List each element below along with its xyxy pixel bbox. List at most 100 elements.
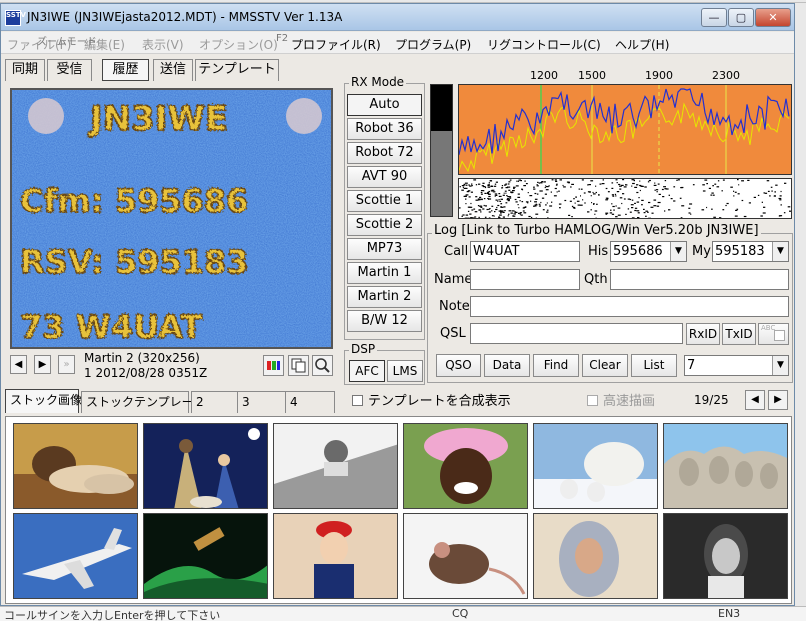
call-input[interactable]: W4UAT: [470, 241, 580, 262]
chevron-down-icon[interactable]: ▼: [772, 356, 788, 375]
minimize-button[interactable]: —: [701, 8, 727, 27]
name-input[interactable]: [470, 269, 580, 290]
close-button[interactable]: ✕: [755, 8, 791, 27]
thumb-child-on-slide[interactable]: [273, 423, 398, 509]
backdrop-cq: CQ: [452, 607, 469, 620]
chevron-down-icon[interactable]: ▼: [772, 242, 788, 261]
his-label: His: [588, 244, 609, 259]
data-button[interactable]: Data: [484, 354, 530, 377]
list-combo[interactable]: 7 ▼: [684, 355, 789, 376]
list-button[interactable]: List: [631, 354, 677, 377]
menu-item-6[interactable]: リグコントロール(C): [487, 36, 601, 53]
waterfall-speck: [534, 201, 537, 203]
tab-main-1[interactable]: 受信: [47, 59, 92, 81]
menu-item-4[interactable]: プロファイル(R): [291, 36, 381, 53]
rx-mode-button-4[interactable]: Scottie 1: [347, 190, 422, 212]
waterfall-speck: [488, 198, 490, 200]
rx-mode-button-1[interactable]: Robot 36: [347, 118, 422, 140]
template-composite-checkbox[interactable]: [352, 395, 363, 406]
menu-item-7[interactable]: ヘルプ(H): [615, 36, 669, 53]
waterfall-speck: [469, 213, 472, 215]
history-prev-button[interactable]: ◀: [10, 355, 27, 374]
abc-checkbox[interactable]: [774, 330, 785, 341]
txid-button[interactable]: TxID: [722, 323, 756, 345]
page-prev-button[interactable]: ◀: [745, 390, 765, 410]
clear-button[interactable]: Clear: [582, 354, 628, 377]
thumb-polar-bears[interactable]: [533, 423, 658, 509]
qth-input[interactable]: [610, 269, 789, 290]
note-input[interactable]: [470, 296, 789, 317]
rx-mode-button-7[interactable]: Martin 1: [347, 262, 422, 284]
rx-mode-button-6[interactable]: MP73: [347, 238, 422, 260]
zoom-icon[interactable]: [312, 355, 333, 376]
thumb-aurora-spacecraft[interactable]: [143, 513, 268, 599]
tab-stock-0[interactable]: ストック画像: [5, 389, 82, 413]
menu-item-5[interactable]: プログラム(P): [395, 36, 471, 53]
color-palette-icon[interactable]: [263, 355, 284, 376]
rx-mode-button-0[interactable]: Auto: [347, 94, 422, 116]
tab-stock-3[interactable]: 3: [237, 391, 287, 413]
waterfall-display[interactable]: [458, 178, 792, 219]
my-rst-combo[interactable]: 595183 ▼: [712, 241, 789, 262]
waterfall-speck: [575, 196, 577, 198]
waterfall-speck: [465, 184, 468, 186]
thumb-nativity[interactable]: [143, 423, 268, 509]
fast-draw-checkbox[interactable]: [587, 395, 598, 406]
rx-mode-button-5[interactable]: Scottie 2: [347, 214, 422, 236]
qsl-input[interactable]: [470, 323, 683, 344]
waterfall-speck: [584, 202, 586, 204]
history-last-button[interactable]: »: [58, 355, 75, 374]
tab-main-4[interactable]: テンプレート: [195, 59, 279, 81]
fast-draw-toggle[interactable]: 高速描画: [587, 390, 655, 409]
his-rst-combo[interactable]: 595686 ▼: [610, 241, 687, 262]
waterfall-speck: [501, 210, 504, 212]
spectrum-display[interactable]: [458, 84, 792, 175]
template-composite-toggle[interactable]: テンプレートを合成表示: [352, 390, 511, 409]
maximize-button[interactable]: ▢: [728, 8, 754, 27]
menu-item-3[interactable]: オプション(O): [199, 36, 278, 53]
tab-main-0[interactable]: 同期: [5, 59, 45, 81]
rx-mode-button-9[interactable]: B/W 12: [347, 310, 422, 332]
thumb-rat[interactable]: [403, 513, 528, 599]
rx-mode-button-2[interactable]: Robot 72: [347, 142, 422, 164]
waterfall-speck: [778, 197, 782, 200]
history-next-button[interactable]: ▶: [34, 355, 51, 374]
tab-main-3[interactable]: 送信: [153, 59, 193, 81]
lms-button[interactable]: LMS: [387, 360, 423, 382]
thumb-woman-bw[interactable]: [663, 513, 788, 599]
copy-icon[interactable]: [288, 355, 309, 376]
rxid-button[interactable]: RxID: [686, 323, 720, 345]
page-next-button[interactable]: ▶: [768, 390, 788, 410]
find-button[interactable]: Find: [533, 354, 579, 377]
thumb-sleeping-child[interactable]: [13, 423, 138, 509]
tab-main-2[interactable]: 履歴: [102, 59, 149, 81]
waterfall-speck: [471, 183, 473, 185]
rx-history-picture[interactable]: JN3IWE Cfm: 595686 RSV: 595183 73 W4UAT: [10, 88, 333, 349]
menu-item-2[interactable]: 表示(V): [142, 36, 184, 53]
waterfall-speck: [610, 209, 612, 211]
list-combo-value: 7: [687, 358, 696, 373]
waterfall-speck: [538, 203, 541, 205]
rx-mode-button-8[interactable]: Martin 2: [347, 286, 422, 308]
waterfall-speck: [468, 196, 471, 198]
waterfall-speck: [459, 186, 461, 188]
rx-mode-button-3[interactable]: AVT 90: [347, 166, 422, 188]
tab-stock-1[interactable]: ストックテンプレート 1: [81, 391, 217, 413]
waterfall-speck: [499, 200, 502, 202]
tab-stock-4[interactable]: 4: [285, 391, 335, 413]
thumb-woman-headscarf[interactable]: [533, 513, 658, 599]
waterfall-speck: [774, 191, 776, 193]
waterfall-speck: [491, 215, 494, 217]
abc-toggle[interactable]: ABC: [758, 323, 789, 345]
qso-button[interactable]: QSO: [436, 354, 481, 377]
tab-stock-2[interactable]: 2: [191, 391, 241, 413]
thumb-girl-pink-hat[interactable]: [403, 423, 528, 509]
waterfall-speck: [620, 184, 624, 186]
thumb-mount-rushmore[interactable]: [663, 423, 788, 509]
thumb-business-jet[interactable]: [13, 513, 138, 599]
title-bar[interactable]: SSTV JN3IWE (JN3IWEjasta2012.MDT) - MMSS…: [1, 4, 794, 31]
afc-button[interactable]: AFC: [349, 360, 385, 382]
chevron-down-icon[interactable]: ▼: [670, 242, 686, 261]
waterfall-speck: [607, 191, 610, 193]
thumb-girl-red-bow[interactable]: [273, 513, 398, 599]
